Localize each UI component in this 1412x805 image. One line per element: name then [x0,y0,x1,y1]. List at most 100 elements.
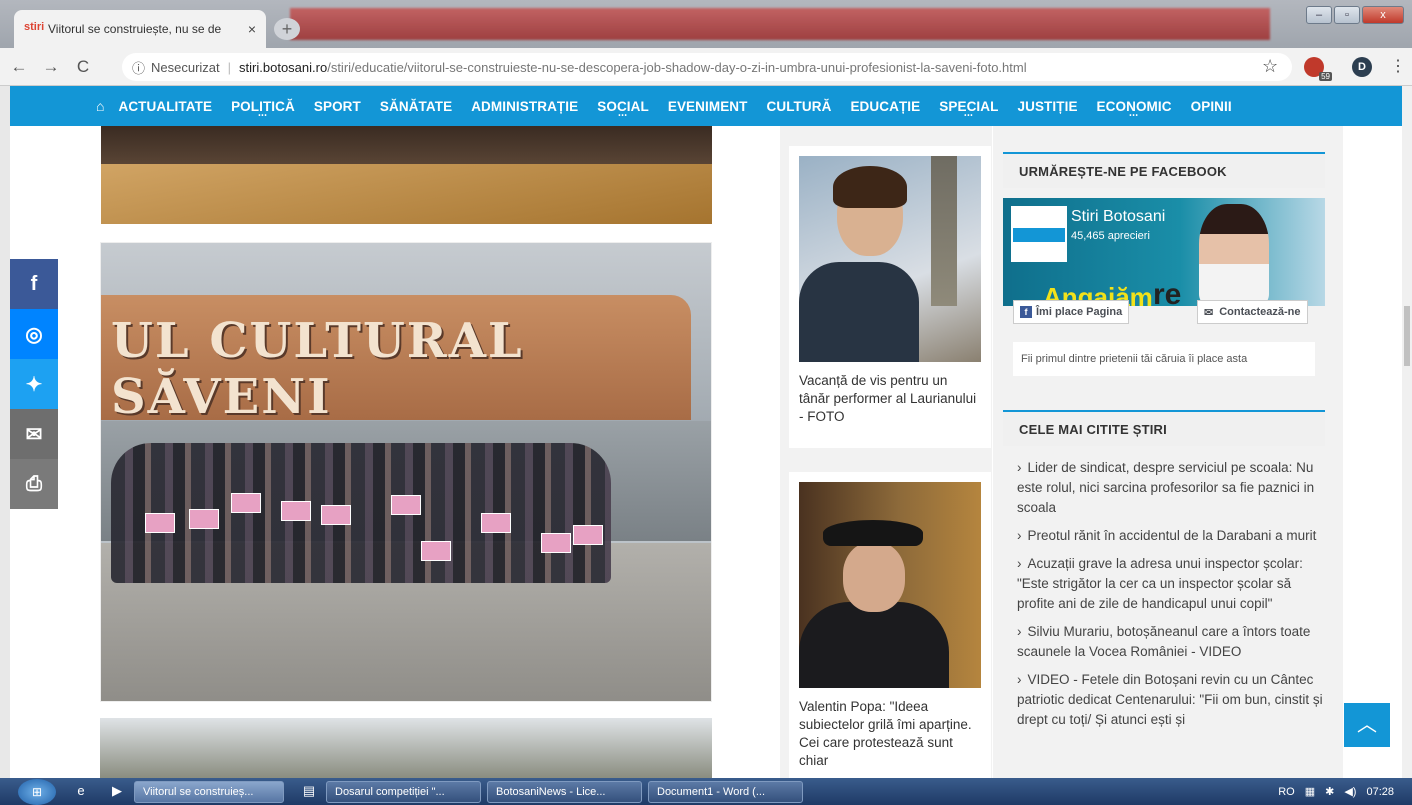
messenger-share-icon[interactable]: ◎ [10,309,58,359]
most-read-item[interactable]: › Acuzații grave la adresa unui inspector… [1017,554,1325,614]
new-tab-button[interactable]: + [274,18,300,40]
windows-taskbar: ⊞ e ▶ Viitorul se construieș... ▤ Dosaru… [0,778,1412,805]
nav-educatie[interactable]: EDUCAȚIE [850,99,920,114]
nav-social[interactable]: SOCIAL [597,99,649,114]
nav-politica[interactable]: POLITICĂ [231,99,295,114]
bookmark-star-icon[interactable]: ☆ [1262,56,1278,77]
nav-economic[interactable]: ECONOMIC [1097,99,1172,114]
envelope-icon: ✉ [1204,306,1214,319]
facebook-widget-heading: URMĂREȘTE-NE PE FACEBOOK [1003,152,1325,188]
nav-actualitate[interactable]: ACTUALITATE [118,99,212,114]
nav-sport[interactable]: SPORT [314,99,361,114]
extension-badge: 59 [1319,72,1332,81]
social-share-bar: f ◎ ✦ ✉ ⎙ [10,259,58,509]
back-to-top-button[interactable]: ︿ [1344,703,1390,747]
photo-poster [231,493,261,513]
nav-justitie[interactable]: JUSTIȚIE [1017,99,1077,114]
adblock-extension-icon[interactable]: 59 [1304,57,1332,81]
browser-menu-icon[interactable]: ⋮ [1390,56,1406,76]
address-bar[interactable]: ⓘ Nesecurizat | stiri.botosani.ro /stiri… [122,53,1292,81]
article-photo-3[interactable] [100,718,712,778]
nav-cultura[interactable]: CULTURĂ [767,99,832,114]
page-content: UL CULTURAL SĂVENI Vacanță de vis pentru… [10,126,1402,778]
taskbar-task-folder[interactable]: Dosarul competiției "... [326,780,481,803]
photo-table-surface [101,164,712,224]
forward-arrow-icon[interactable]: → [38,57,64,77]
maximize-button[interactable]: ▫ [1334,6,1360,24]
close-window-button[interactable]: x [1362,6,1404,24]
print-share-icon[interactable]: ⎙ [10,459,58,509]
article-photo-2[interactable]: UL CULTURAL SĂVENI [100,242,712,702]
related-article-title[interactable]: Valentin Popa: "Ideea subiectelor grilă … [799,698,981,770]
nav-administratie[interactable]: ADMINISTRAȚIE [471,99,578,114]
nav-eveniment[interactable]: EVENIMENT [668,99,748,114]
related-article-photo[interactable] [799,156,981,362]
taskbar-task-word-2[interactable]: Document1 - Word (... [648,780,803,803]
facebook-like-button[interactable]: f Îmi place Pagina [1013,300,1130,324]
media-player-icon[interactable]: ▶ [106,783,128,801]
facebook-widget: URMĂREȘTE-NE PE FACEBOOK Stiri Botosani … [1003,126,1325,386]
related-article-card[interactable]: Valentin Popa: "Ideea subiectelor grilă … [789,472,991,778]
most-read-title[interactable]: Lider de sindicat, despre serviciul pe s… [1017,460,1314,515]
scrollbar-thumb[interactable] [1404,306,1410,366]
most-read-item[interactable]: › Preotul rănit în accidentul de la Darab… [1017,526,1325,546]
most-read-title[interactable]: Acuzații grave la adresa unui inspector … [1017,556,1303,611]
tab-close-icon[interactable]: × [248,21,256,37]
photo-tower [931,156,957,306]
page-scrollbar[interactable] [1402,86,1412,778]
article-photo-1[interactable] [101,126,712,224]
bluetooth-icon[interactable]: ✱ [1325,785,1334,798]
facebook-page-plugin[interactable]: Stiri Botosani 45,465 aprecieri Angajăm … [1003,198,1325,312]
related-article-photo[interactable] [799,482,981,688]
start-button[interactable]: ⊞ [18,778,56,805]
most-read-title[interactable]: VIDEO - Fetele din Botoșani revin cu un … [1017,672,1323,727]
photo-poster [145,513,175,533]
facebook-cover-text-2: re [1153,278,1182,311]
related-article-title[interactable]: Vacanță de vis pentru un tânăr performer… [799,372,981,426]
email-share-icon[interactable]: ✉ [10,409,58,459]
photo-poster [321,505,351,525]
facebook-page-name[interactable]: Stiri Botosani [1071,208,1165,226]
browser-tab-strip: stiri Viitorul se construiește, nu se de… [0,0,1412,48]
most-read-item[interactable]: › VIDEO - Fetele din Botoșani revin cu un… [1017,670,1325,730]
facebook-contact-button[interactable]: ✉ Contactează-ne [1197,300,1308,324]
most-read-title[interactable]: Silviu Murariu, botoșăneanul care a înto… [1017,624,1310,659]
system-clock[interactable]: 07:28 [1366,786,1394,798]
system-tray: RO ▦ ✱ ◀) 07:28 [1278,778,1394,805]
most-read-heading: CELE MAI CITITE ȘTIRI [1003,410,1325,446]
twitter-share-icon[interactable]: ✦ [10,359,58,409]
chevron-right-icon: › [1017,460,1022,475]
file-explorer-icon[interactable]: ▤ [298,783,320,801]
language-indicator[interactable]: RO [1278,786,1295,798]
back-arrow-icon[interactable]: ← [6,57,32,77]
related-article-card[interactable]: Vacanță de vis pentru un tânăr performer… [789,146,991,448]
network-icon[interactable]: ▦ [1305,785,1315,798]
taskbar-task-word-1[interactable]: BotosaniNews - Lice... [487,780,642,803]
most-read-title[interactable]: Preotul rănit în accidentul de la Daraba… [1028,528,1317,543]
nav-special[interactable]: SPECIAL [939,99,998,114]
reload-icon[interactable]: C [70,57,96,77]
photo-poster [281,501,311,521]
chevron-right-icon: › [1017,556,1022,571]
photo-students-group [111,443,611,583]
most-read-item[interactable]: › Lider de sindicat, despre serviciul pe … [1017,458,1325,518]
photo-poster [391,495,421,515]
info-icon[interactable]: ⓘ [132,58,145,77]
profile-avatar[interactable]: D [1352,57,1372,77]
browser-tab-active[interactable]: stiri Viitorul se construiește, nu se de… [14,10,266,48]
nav-opinii[interactable]: OPINII [1191,99,1232,114]
facebook-share-icon[interactable]: f [10,259,58,309]
volume-icon[interactable]: ◀) [1344,785,1356,798]
background-window-titlebar [290,8,1270,40]
chevron-right-icon: › [1017,528,1022,543]
most-read-item[interactable]: › Silviu Murariu, botoșăneanul care a înt… [1017,622,1325,662]
photo-person-body [799,262,919,362]
facebook-page-logo[interactable] [1011,206,1067,262]
taskbar-task-chrome[interactable]: Viitorul se construieș... [134,780,284,803]
nav-sanatate[interactable]: SĂNĂTATE [380,99,452,114]
facebook-friends-note: Fii primul dintre prietenii tăi căruia î… [1013,342,1315,376]
minimize-button[interactable]: – [1306,6,1332,24]
photo-person-hat [823,520,923,546]
home-icon[interactable]: ⌂ [96,98,104,114]
internet-explorer-icon[interactable]: e [70,783,92,801]
